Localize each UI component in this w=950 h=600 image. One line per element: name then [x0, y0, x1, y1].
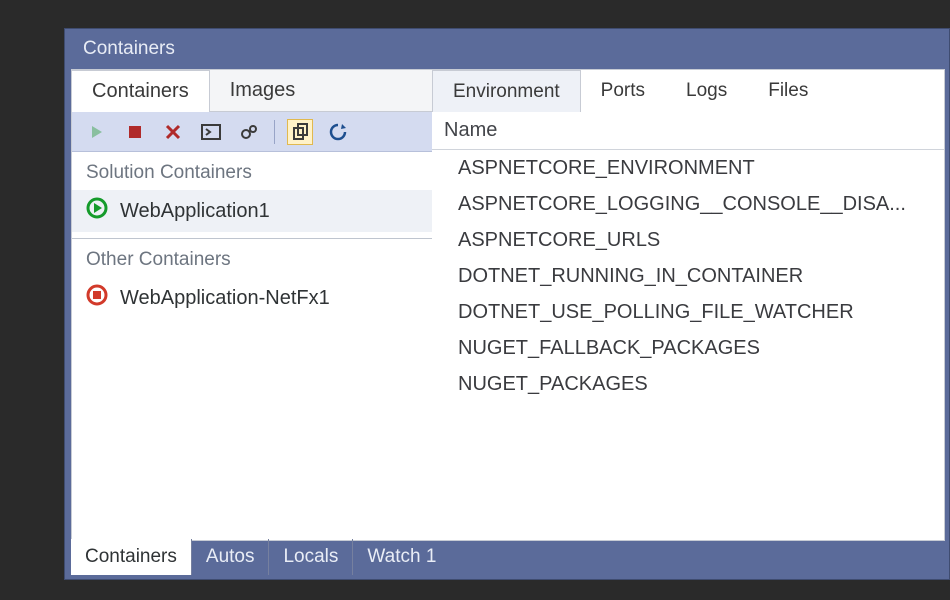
- env-name: DOTNET_RUNNING_IN_CONTAINER: [458, 265, 803, 288]
- run-icon[interactable]: [84, 119, 110, 145]
- bottom-tool-tabs: Containers Autos Locals Watch 1: [71, 539, 450, 575]
- tab-images[interactable]: Images: [210, 70, 317, 111]
- env-name: DOTNET_USE_POLLING_FILE_WATCHER: [458, 301, 854, 324]
- env-row[interactable]: DOTNET_RUNNING_IN_CONTAINER: [432, 258, 944, 294]
- section-other-header: Other Containers: [72, 239, 432, 277]
- container-item-webapplication-netfx1[interactable]: WebApplication-NetFx1: [72, 277, 432, 319]
- refresh-icon[interactable]: [325, 119, 351, 145]
- tab-label: Files: [768, 80, 808, 102]
- env-row[interactable]: DOTNET_USE_POLLING_FILE_WATCHER: [432, 294, 944, 330]
- stop-icon[interactable]: [122, 119, 148, 145]
- bottom-tab-label: Locals: [283, 546, 338, 568]
- section-title: Solution Containers: [86, 162, 252, 183]
- toolbar-separator: [274, 120, 275, 144]
- right-pane: Environment Ports Logs Files Name ASPNET…: [432, 70, 944, 540]
- env-name: ASPNETCORE_URLS: [458, 229, 660, 252]
- terminal-icon[interactable]: [198, 119, 224, 145]
- env-row[interactable]: ASPNETCORE_LOGGING__CONSOLE__DISA...: [432, 186, 944, 222]
- bottom-tab-label: Watch 1: [367, 546, 436, 568]
- bottom-tab-autos[interactable]: Autos: [191, 539, 269, 575]
- section-solution-header: Solution Containers: [72, 152, 432, 190]
- tab-ports[interactable]: Ports: [581, 70, 666, 112]
- tab-containers[interactable]: Containers: [72, 70, 210, 111]
- bottom-tab-locals[interactable]: Locals: [268, 539, 352, 575]
- tab-label: Environment: [453, 81, 560, 103]
- container-item-label: WebApplication-NetFx1: [120, 287, 330, 310]
- env-column-header[interactable]: Name: [432, 112, 944, 150]
- copy-icon[interactable]: [287, 119, 313, 145]
- env-row[interactable]: ASPNETCORE_URLS: [432, 222, 944, 258]
- tab-logs[interactable]: Logs: [666, 70, 748, 112]
- env-row[interactable]: ASPNETCORE_ENVIRONMENT: [432, 150, 944, 186]
- tab-label: Containers: [92, 80, 189, 103]
- bottom-tab-containers[interactable]: Containers: [71, 539, 191, 575]
- tab-label: Images: [230, 79, 296, 102]
- gears-icon[interactable]: [236, 119, 262, 145]
- tool-window-body: Containers Images: [71, 69, 945, 541]
- tab-files[interactable]: Files: [748, 70, 829, 112]
- container-item-label: WebApplication1: [120, 200, 270, 223]
- containers-tool-window: Containers Containers Images: [64, 28, 950, 580]
- bottom-tab-label: Containers: [85, 546, 177, 568]
- section-title: Other Containers: [86, 249, 231, 270]
- right-tabs: Environment Ports Logs Files: [432, 70, 944, 112]
- tab-label: Ports: [601, 80, 645, 102]
- env-name: NUGET_FALLBACK_PACKAGES: [458, 337, 760, 360]
- stop-status-icon: [86, 284, 108, 312]
- window-title-bar: Containers: [65, 29, 949, 69]
- env-list: ASPNETCORE_ENVIRONMENT ASPNETCORE_LOGGIN…: [432, 150, 944, 402]
- tab-label: Logs: [686, 80, 727, 102]
- env-row[interactable]: NUGET_FALLBACK_PACKAGES: [432, 330, 944, 366]
- env-name: NUGET_PACKAGES: [458, 373, 648, 396]
- bottom-tab-label: Autos: [206, 546, 255, 568]
- container-item-webapplication1[interactable]: WebApplication1: [72, 190, 432, 232]
- env-name: ASPNETCORE_LOGGING__CONSOLE__DISA...: [458, 193, 906, 216]
- env-row[interactable]: NUGET_PACKAGES: [432, 366, 944, 402]
- play-status-icon: [86, 197, 108, 225]
- toolbar: [72, 112, 432, 152]
- left-tabs: Containers Images: [72, 70, 432, 112]
- env-name: ASPNETCORE_ENVIRONMENT: [458, 157, 755, 180]
- tab-environment[interactable]: Environment: [432, 70, 581, 112]
- window-title: Containers: [83, 38, 175, 60]
- column-name: Name: [444, 119, 497, 142]
- left-pane: Containers Images: [72, 70, 432, 540]
- close-icon[interactable]: [160, 119, 186, 145]
- bottom-tab-watch1[interactable]: Watch 1: [352, 539, 450, 575]
